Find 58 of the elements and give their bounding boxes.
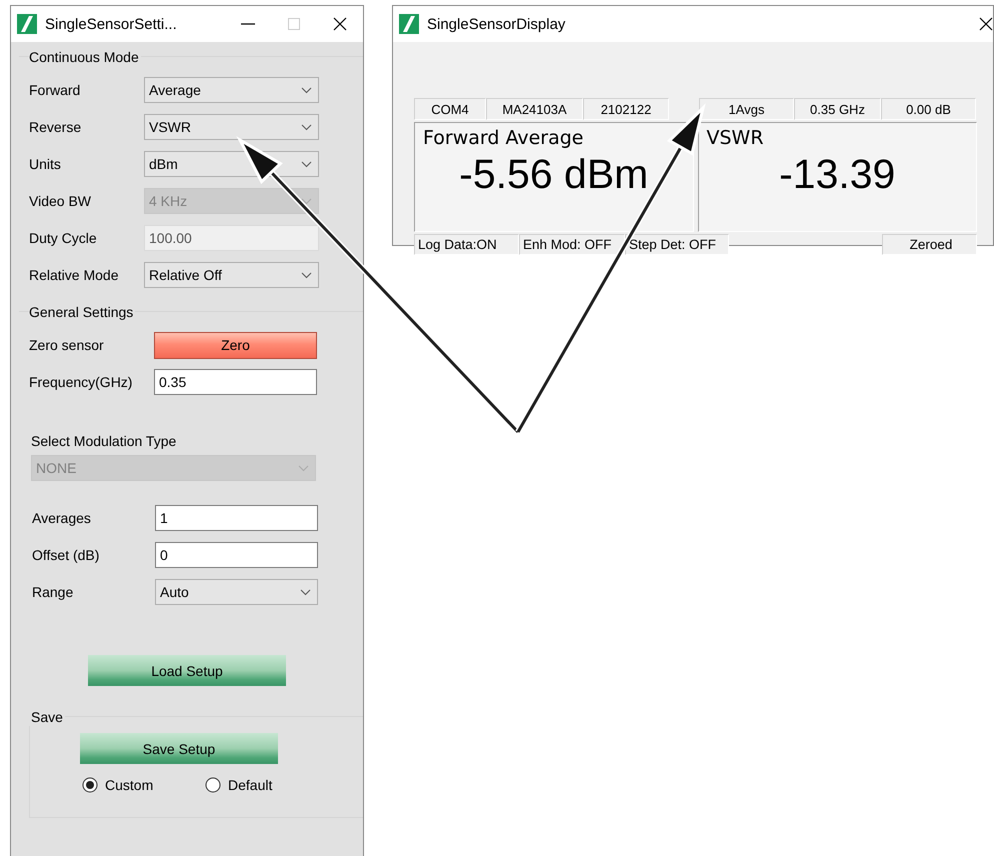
- field-label: Duty Cycle: [29, 230, 98, 246]
- field-label: Reverse: [29, 119, 82, 135]
- readout-value: -13.39: [779, 151, 896, 198]
- radio-icon: [205, 777, 221, 793]
- close-icon: [979, 17, 993, 31]
- info-cell: 0.00 dB: [881, 98, 976, 120]
- chevron-down-icon: [301, 86, 312, 94]
- chevron-down-icon: [300, 588, 311, 596]
- input-field[interactable]: 0.35: [154, 369, 317, 395]
- status-cell: Zeroed: [882, 234, 977, 255]
- logo-icon: [399, 14, 419, 34]
- status-cell: Step Det: OFF: [625, 234, 729, 255]
- field-label: Relative Mode: [29, 267, 120, 283]
- input-field[interactable]: 1: [155, 505, 318, 531]
- save-setup-button[interactable]: Save Setup: [80, 733, 278, 764]
- field-label: Averages: [31, 510, 92, 526]
- chevron-down-icon: [301, 124, 312, 130]
- zero-button[interactable]: Zero: [154, 332, 317, 358]
- dropdown[interactable]: Auto: [155, 579, 318, 605]
- close-icon: [333, 17, 347, 31]
- chevron-down-icon: [301, 272, 312, 278]
- readout-value: -5.56 dBm: [459, 151, 648, 198]
- chevron-down-icon: [301, 198, 312, 204]
- info-cell: 0.35 GHz: [794, 98, 881, 120]
- info-cell: 2102122: [583, 98, 669, 120]
- field-label: Forward: [29, 82, 82, 98]
- status-cell: Log Data:ON: [414, 234, 519, 255]
- logo-icon: [17, 14, 37, 34]
- radio-button[interactable]: Custom: [82, 777, 205, 793]
- field-label: Select Modulation Type: [30, 433, 178, 449]
- field-label: Frequency(GHz): [29, 374, 134, 390]
- info-cell: MA24103A: [486, 98, 583, 120]
- dropdown: NONE: [31, 455, 316, 481]
- window-title: SingleSensorSetti...: [45, 16, 177, 32]
- radio-icon: [82, 777, 98, 793]
- chevron-down-icon: [298, 464, 309, 472]
- load-setup-button[interactable]: Load Setup: [88, 655, 286, 686]
- radio-button[interactable]: Default: [205, 777, 328, 793]
- window-title: SingleSensorDisplay: [427, 16, 566, 32]
- input-field[interactable]: 0: [155, 542, 318, 568]
- info-cell: COM4: [414, 98, 486, 120]
- minimize-icon: [241, 23, 255, 25]
- field-label: Units: [29, 156, 62, 172]
- dropdown[interactable]: Average: [144, 77, 319, 103]
- dropdown[interactable]: Relative Off: [144, 262, 319, 288]
- field-label: Offset (dB): [31, 547, 100, 563]
- chevron-down-icon: [301, 160, 312, 168]
- readout-label: Forward Average: [422, 126, 584, 149]
- maximize-icon: [287, 17, 301, 31]
- status-cell: Enh Mod: OFF: [519, 234, 625, 255]
- input-field: 100.00: [144, 225, 319, 251]
- readout-label: VSWR: [706, 126, 764, 149]
- field-label: Zero sensor: [29, 337, 105, 353]
- info-cell: 1Avgs: [699, 98, 794, 120]
- field-label: Video BW: [29, 193, 92, 209]
- dropdown: 4 KHz: [144, 188, 319, 214]
- field-label: Range: [31, 584, 74, 600]
- dropdown[interactable]: VSWR: [144, 114, 319, 140]
